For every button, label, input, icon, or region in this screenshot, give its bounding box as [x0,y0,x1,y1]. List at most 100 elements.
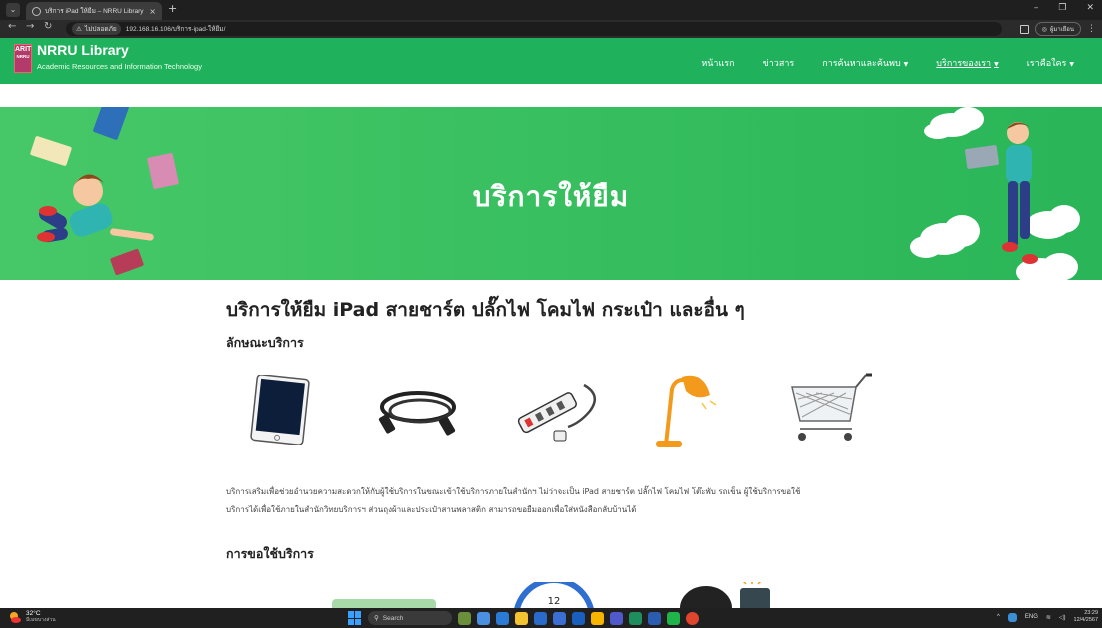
site-header: ARIT NRRU NRRU Library Academic Resource… [0,38,1102,84]
caret-down-icon: ▼ [1069,61,1074,68]
hero-banner: บริการให้ยืม [0,107,1102,280]
warning-icon: ⚠ [76,26,82,33]
weather-widget[interactable]: 32°C มีเมฆบางส่วน [8,610,56,624]
chrome-icon[interactable] [686,611,699,625]
side-panel-icon[interactable] [1019,24,1029,34]
ipad-icon [250,375,310,445]
chevron-up-icon[interactable]: ^ [997,614,1000,620]
weather-condition: มีเมฆบางส่วน [26,617,56,623]
file-explorer-icon[interactable] [515,611,528,625]
wifi-icon[interactable]: ≋ [1046,614,1051,621]
nav-item-home[interactable]: หน้าแรก [701,56,734,70]
weather-icon [10,612,21,623]
tab-strip: ⌄ บริการ iPad ให้ยืม – NRRU Library × + … [0,0,1102,20]
browser-tab[interactable]: บริการ iPad ให้ยืม – NRRU Library × [26,2,162,20]
weather-text: 32°C มีเมฆบางส่วน [26,610,56,624]
book-icon [93,107,129,140]
book-icon [110,248,144,276]
service-icons-row [226,373,946,459]
clock-number: 12 [548,596,561,607]
system-clock[interactable]: 23:29 12/4/2567 [1074,610,1098,624]
book-icon [30,136,72,166]
browser-toolbar: ← → ↻ ⚠ ไม่ปลอดภัย 192.168.16.106/บริการ… [0,20,1102,38]
nav-label: ข่าวสาร [762,59,795,69]
url-text[interactable]: 192.168.16.106/บริการ-ipad-ให้ยืม/ [126,24,226,34]
usage-heading: การขอใช้บริการ [226,546,314,561]
nav-item-services[interactable]: บริการของเรา ▼ [936,56,998,70]
profile-button[interactable]: ◎ ผู้มาเยือน [1034,22,1081,36]
system-tray: ^ ENG ≋ ◁) 23:29 12/4/2567 [997,610,1098,624]
menu-icon[interactable]: ⋮ [1087,24,1096,34]
word-icon[interactable] [648,611,661,625]
volume-icon[interactable]: ◁) [1059,614,1066,621]
hero-title: บริการให้ยืม [472,180,630,213]
temperature: 32°C [26,610,41,617]
teams-icon[interactable] [610,611,623,625]
toolbar-right: ◎ ผู้มาเยือน ⋮ [1019,22,1096,36]
green-card-illustration [332,599,436,608]
nav-item-about[interactable]: เราคือใคร ▼ [1027,56,1074,70]
nav-item-news[interactable]: ข่าวสาร [763,56,795,70]
new-tab-button[interactable]: + [168,2,177,15]
line-icon[interactable] [667,611,680,625]
profile-label: ผู้มาเยือน [1049,26,1074,33]
search-placeholder: Search [382,614,404,622]
mail-icon[interactable] [553,611,566,625]
search-icon: ⚲ [374,615,379,622]
site-subtitle: Academic Resources and Information Techn… [37,62,202,71]
edge-icon[interactable] [496,611,509,625]
clock-time: 23:29 [1084,610,1098,616]
widget-icon[interactable] [458,611,471,625]
user-icon: ◎ [1041,25,1047,33]
close-tab-icon[interactable]: × [149,7,156,16]
clock-icon: 12 [514,582,594,608]
nav-label: การค้นหาและค้นพบ [822,59,901,69]
taskbar-search[interactable]: ⚲ Search [368,611,452,625]
nav-label: บริการของเรา [936,59,992,69]
service-description: บริการเสริมเพื่อช่วยอำนวยความสะดวกให้กับ… [226,483,926,519]
person-illustration [680,582,770,608]
reload-icon[interactable]: ↻ [44,21,52,32]
main-nav: หน้าแรก ข่าวสาร การค้นหาและค้นพบ ▼ บริการ… [701,56,1074,70]
app-icon[interactable] [572,611,585,625]
main-content: บริการให้ยืม iPad สายชาร์ต ปลั๊กไฟ โคมไฟ… [226,295,946,564]
description-line: บริการเสริมเพื่อช่วยอำนวยความสะดวกให้กับ… [226,487,801,496]
tab-title: บริการ iPad ให้ยืม – NRRU Library [45,8,144,15]
page-title: บริการให้ยืม iPad สายชาร์ต ปลั๊กไฟ โคมไฟ… [226,299,745,321]
caret-down-icon: ▼ [994,61,999,68]
minimize-icon[interactable]: – [1034,3,1039,13]
windows-taskbar: 32°C มีเมฆบางส่วน ⚲ Search ^ ENG ≋ ◁) 23… [0,608,1102,628]
desk-lamp-icon [656,375,717,447]
nav-label: หน้าแรก [701,59,735,69]
store-icon[interactable] [534,611,547,625]
charging-cable-icon [378,391,456,436]
nav-item-search[interactable]: การค้นหาและค้นพบ ▼ [822,56,908,70]
description-line: บริการได้เพื่อใช้ภายในสำนักวิทยบริการฯ ส… [226,505,637,514]
site-logo[interactable]: ARIT NRRU [14,44,32,73]
clock-date: 12/4/2567 [1073,617,1098,623]
folder-icon[interactable] [591,611,604,625]
window-controls: – ❐ ✕ [1034,3,1094,13]
close-window-icon[interactable]: ✕ [1086,3,1094,13]
security-chip[interactable]: ⚠ ไม่ปลอดภัย [72,23,121,35]
site-title[interactable]: NRRU Library [37,42,129,58]
tray-app-icon[interactable] [1007,612,1017,622]
logo-bottom-text: NRRU [16,54,30,59]
back-icon[interactable]: ← [8,21,16,32]
restore-icon[interactable]: ❐ [1058,3,1066,13]
shopping-cart-icon [791,373,872,441]
language-indicator[interactable]: ENG [1025,614,1038,620]
browser-window: ⌄ บริการ iPad ให้ยืม – NRRU Library × + … [0,0,1102,628]
logo-top-text: ARIT [15,46,32,53]
copilot-icon[interactable] [477,611,490,625]
windows-start-icon[interactable] [348,611,362,625]
forward-icon[interactable]: → [26,21,34,32]
address-bar[interactable]: ⚠ ไม่ปลอดภัย 192.168.16.106/บริการ-ipad-… [66,22,1002,36]
taskbar-apps: ⚲ Search [348,611,699,625]
tab-search-icon[interactable]: ⌄ [6,3,20,17]
security-label: ไม่ปลอดภัย [84,26,117,33]
service-features-heading: ลักษณะบริการ [226,335,304,350]
power-strip-icon [517,383,597,442]
app-icon[interactable] [629,611,642,625]
nav-label: เราคือใคร [1026,59,1067,69]
